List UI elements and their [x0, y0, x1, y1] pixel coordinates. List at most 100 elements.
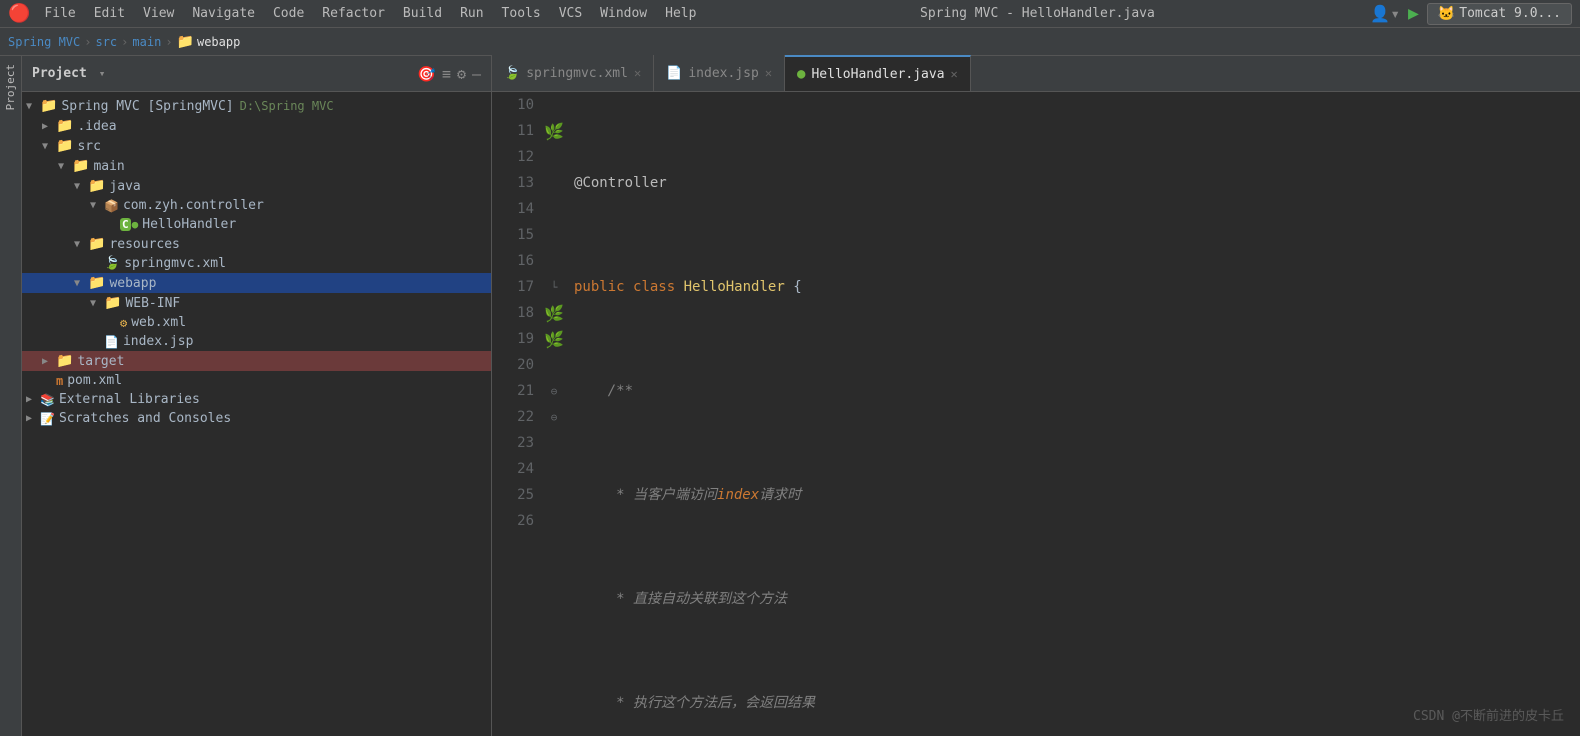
tab-springmvc-close[interactable]: ✕ [634, 66, 641, 80]
gutter: 🌿 └ 🌿 🌿 ⊖ [542, 92, 566, 736]
tree-resources[interactable]: 📁 resources [22, 234, 491, 254]
close-panel-icon[interactable]: — [472, 65, 481, 83]
gutter-fold-21: ⊖ [551, 385, 558, 398]
tree-springmvc-xml[interactable]: 🍃 springmvc.xml [22, 254, 491, 273]
gutter-fold-22: ⊖ [551, 411, 558, 424]
springmvc-xml-label: springmvc.xml [124, 256, 226, 271]
tab-springmvc-xml[interactable]: 🍃 springmvc.xml ✕ [492, 55, 654, 91]
gutter-spring-11: 🌿 [544, 122, 564, 141]
extlibs-icon: 📚 [40, 393, 55, 407]
menu-run[interactable]: Run [452, 4, 491, 23]
menu-vcs[interactable]: VCS [551, 4, 590, 23]
tab-indexjsp-icon: 📄 [666, 66, 682, 81]
menu-help[interactable]: Help [657, 4, 704, 23]
tree-main[interactable]: 📁 main [22, 156, 491, 176]
watermark: CSDN @不断前进的皮卡丘 [1413, 705, 1564, 724]
locate-icon[interactable]: 🎯 [417, 65, 436, 83]
tree-hellohandler[interactable]: C ● HelloHandler [22, 215, 491, 234]
tree-webinf[interactable]: 📁 WEB-INF [22, 293, 491, 313]
hellohandler-label: HelloHandler [142, 217, 236, 232]
tree-webapp[interactable]: 📁 webapp [22, 273, 491, 293]
tab-indexjsp-close[interactable]: ✕ [765, 66, 772, 80]
menu-code[interactable]: Code [265, 4, 312, 23]
menu-view[interactable]: View [135, 4, 182, 23]
tree-pomxml[interactable]: m pom.xml [22, 371, 491, 390]
menu-edit[interactable]: Edit [86, 4, 133, 23]
root-path: D:\Spring MVC [240, 99, 334, 113]
java-folder-icon: 📁 [88, 178, 105, 194]
side-indicator: Project [0, 56, 22, 736]
menu-build[interactable]: Build [395, 4, 450, 23]
tab-indexjsp[interactable]: 📄 index.jsp ✕ [654, 55, 785, 91]
breadcrumb: Spring MVC › src › main › 📁webapp [0, 28, 1580, 56]
breadcrumb-item-3[interactable]: 📁webapp [177, 34, 241, 50]
root-arrow [26, 101, 40, 112]
menu-right-actions: 👤▾ ▶ 🐱 Tomcat 9.0... [1370, 3, 1572, 25]
tomcat-button[interactable]: 🐱 Tomcat 9.0... [1427, 3, 1572, 25]
java-label: java [109, 179, 140, 194]
idea-folder-icon: 📁 [56, 118, 73, 134]
tab-bar: 🍃 springmvc.xml ✕ 📄 index.jsp ✕ ● HelloH… [492, 56, 1580, 92]
project-panel-header: Project ▾ 🎯 ≡ ⚙ — [22, 56, 491, 92]
code-line-14: * 直接自动关联到这个方法 [574, 586, 1572, 612]
code-content[interactable]: @Controller public class HelloHandler { … [566, 92, 1580, 736]
tree-root[interactable]: 📁 Spring MVC [SpringMVC] D:\Spring MVC [22, 96, 491, 116]
gutter-spring-18: 🌿 [544, 304, 564, 323]
tree-src[interactable]: 📁 src [22, 136, 491, 156]
tab-indexjsp-label: index.jsp [688, 66, 758, 81]
tree-target[interactable]: 📁 target [22, 351, 491, 371]
code-editor[interactable]: 10 11 12 13 14 15 16 17 18 19 20 21 22 2… [492, 92, 1580, 736]
project-dropdown-arrow[interactable]: ▾ [99, 67, 106, 80]
webapp-arrow [74, 278, 88, 289]
tab-hellohandler-close[interactable]: ✕ [951, 67, 958, 81]
collapse-all-icon[interactable]: ≡ [442, 65, 451, 83]
settings-icon[interactable]: ⚙ [457, 65, 466, 83]
tree-extlibs[interactable]: 📚 External Libraries [22, 390, 491, 409]
src-label: src [77, 139, 100, 154]
account-icon[interactable]: 👤▾ [1370, 4, 1400, 23]
breadcrumb-item-1[interactable]: src [95, 35, 117, 49]
webapp-folder-icon: 📁 [88, 275, 105, 291]
menu-tools[interactable]: Tools [494, 4, 549, 23]
webapp-label: webapp [109, 276, 156, 291]
extlibs-label: External Libraries [59, 392, 200, 407]
menu-window[interactable]: Window [592, 4, 655, 23]
breadcrumb-item-2[interactable]: main [132, 35, 161, 49]
window-title: Spring MVC - HelloHandler.java [706, 6, 1368, 21]
src-folder-icon: 📁 [56, 138, 73, 154]
controller-label: com.zyh.controller [123, 198, 264, 213]
webxml-icon: ⚙ [120, 316, 127, 330]
main-arrow [58, 161, 72, 172]
gutter-spring-19: 🌿 [544, 330, 564, 349]
breadcrumb-sep-0: › [84, 35, 91, 49]
main-layout: Project Project ▾ 🎯 ≡ ⚙ — 📁 Spring MVC [… [0, 56, 1580, 736]
idea-arrow [42, 121, 56, 132]
code-line-11: public class HelloHandler { [574, 274, 1572, 300]
tomcat-icon: 🐱 [1438, 6, 1455, 22]
tree-controller-pkg[interactable]: 📦 com.zyh.controller [22, 196, 491, 215]
line-numbers: 10 11 12 13 14 15 16 17 18 19 20 21 22 2… [492, 92, 542, 736]
extlibs-arrow [26, 394, 40, 405]
scratches-icon: 📝 [40, 412, 55, 426]
breadcrumb-sep-1: › [121, 35, 128, 49]
breadcrumb-item-0[interactable]: Spring MVC [8, 35, 80, 49]
scratches-arrow [26, 413, 40, 424]
indexjsp-icon: 📄 [104, 335, 119, 349]
root-label: Spring MVC [SpringMVC] [61, 99, 233, 114]
tab-hellohandler[interactable]: ● HelloHandler.java ✕ [785, 55, 971, 91]
tree-indexjsp[interactable]: 📄 index.jsp [22, 332, 491, 351]
menu-navigate[interactable]: Navigate [184, 4, 263, 23]
side-tab-project[interactable]: Project [2, 60, 19, 114]
target-arrow [42, 356, 56, 367]
tree-idea[interactable]: 📁 .idea [22, 116, 491, 136]
resources-folder-icon: 📁 [88, 236, 105, 252]
menu-refactor[interactable]: Refactor [314, 4, 393, 23]
menu-file[interactable]: File [36, 4, 83, 23]
run-green-icon[interactable]: ▶ [1408, 3, 1419, 24]
tree-java[interactable]: 📁 java [22, 176, 491, 196]
webinf-arrow [90, 298, 104, 309]
tree-webxml[interactable]: ⚙ web.xml [22, 313, 491, 332]
webinf-folder-icon: 📁 [104, 295, 121, 311]
tab-springmvc-label: springmvc.xml [526, 66, 628, 81]
tree-scratches[interactable]: 📝 Scratches and Consoles [22, 409, 491, 428]
